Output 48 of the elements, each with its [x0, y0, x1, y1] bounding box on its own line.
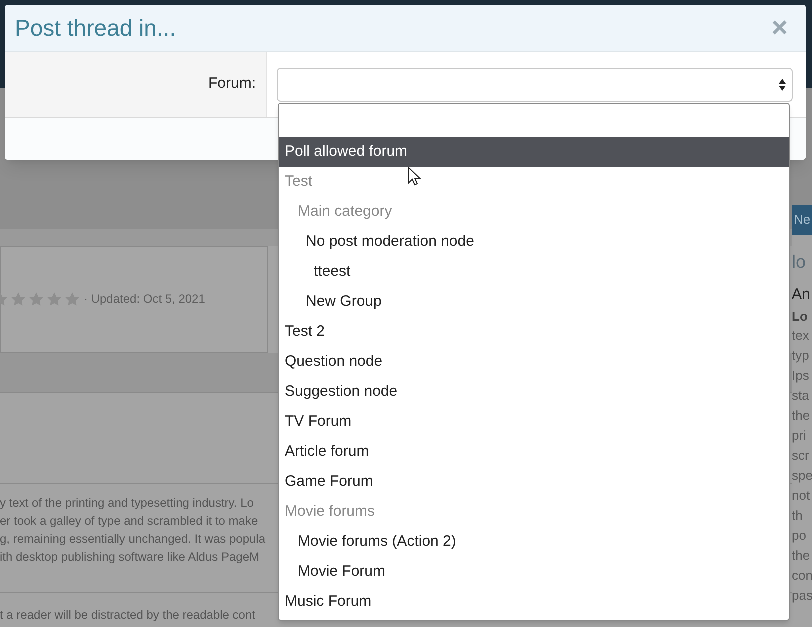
- forum-option[interactable]: Test 2: [279, 317, 789, 347]
- paragraph-line: er took a galley of type and scrambled it to make: [0, 512, 258, 530]
- side-text-line: pri: [792, 427, 808, 445]
- side-text-line: spe: [792, 467, 812, 485]
- section-heading: lo: [792, 251, 808, 274]
- paragraph-text: t a reader will be distracted by the readable cont: [0, 608, 256, 622]
- forum-option[interactable]: Poll allowed forum: [279, 137, 789, 167]
- paragraph-line: y text of the printing and typesetting industry. Lo: [0, 494, 254, 512]
- forum-option[interactable]: Suggestion node: [279, 377, 789, 407]
- forum-option[interactable]: Question node: [279, 347, 789, 377]
- forum-option[interactable]: New Group: [279, 287, 789, 317]
- category-option[interactable]: Main category: [279, 197, 789, 227]
- side-text-line: con: [792, 567, 812, 585]
- side-text-line: sta: [792, 387, 810, 405]
- forum-option[interactable]: Movie Forum: [279, 557, 789, 587]
- side-bold-text: Lo: [792, 308, 809, 326]
- forum-option[interactable]: No post moderation node: [279, 227, 789, 257]
- star-icon: [47, 292, 62, 307]
- side-text-line: typ: [792, 347, 810, 365]
- forum-option[interactable]: Game Forum: [279, 467, 789, 497]
- category-option[interactable]: Movie forums: [279, 497, 789, 527]
- side-text-line: Ips: [792, 367, 810, 385]
- side-text-line: the: [792, 547, 812, 565]
- paragraph-line: ith desktop publishing software like Aldus PageM: [0, 548, 260, 566]
- pointer-icon: [408, 167, 421, 186]
- star-icon: [29, 292, 44, 307]
- select-arrows-icon: [779, 78, 786, 90]
- forum-option[interactable]: tteest: [279, 257, 789, 287]
- side-text-line: the: [792, 407, 812, 425]
- side-title: An: [792, 285, 812, 305]
- forum-option[interactable]: Article forum: [279, 437, 789, 467]
- new-button[interactable]: Ne: [792, 205, 812, 235]
- forum-option[interactable]: Movie forums (Action 2): [279, 527, 789, 557]
- forum-option[interactable]: Music Forum: [279, 587, 789, 617]
- side-text-line: th: [792, 507, 804, 525]
- side-text-line: not: [792, 487, 812, 505]
- paragraph-line: g, remaining essentially unchanged. It was popula: [0, 530, 266, 548]
- forum-option[interactable]: TV Forum: [279, 407, 789, 437]
- dialog-title: Post thread in...: [15, 14, 176, 43]
- side-text-line: po: [792, 527, 808, 545]
- side-text-line: tex: [792, 327, 810, 345]
- star-icon: [65, 292, 80, 307]
- forum-select[interactable]: [277, 68, 793, 102]
- side-text-line: scr: [792, 447, 810, 465]
- category-option[interactable]: Test: [279, 167, 789, 197]
- updated-date: · Updated: Oct 5, 2021: [84, 291, 206, 308]
- star-icon: [11, 292, 26, 307]
- field-label: Forum:: [208, 74, 256, 94]
